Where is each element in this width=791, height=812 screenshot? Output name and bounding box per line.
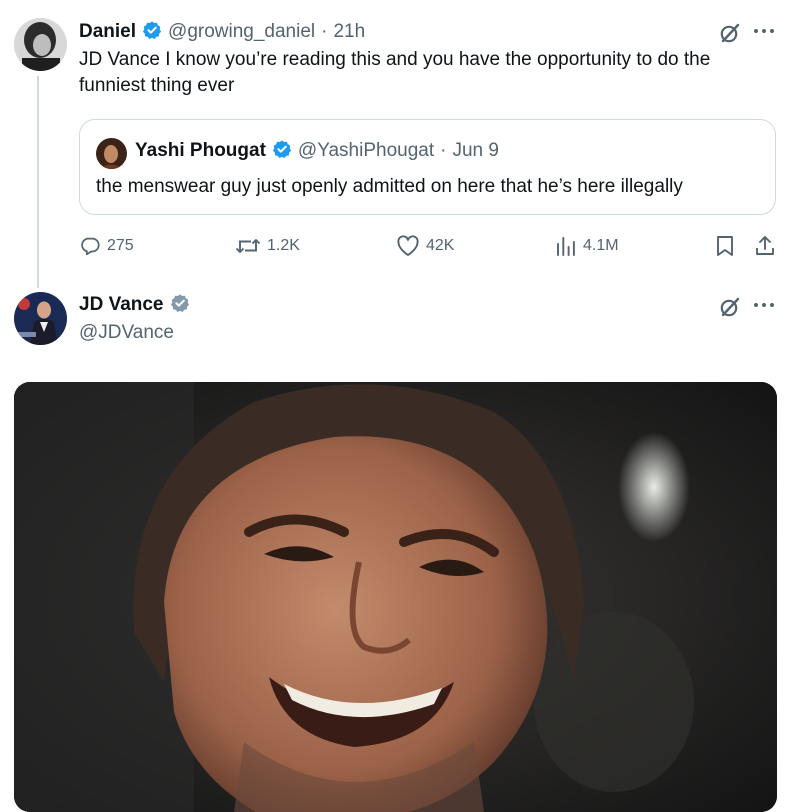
thread-connector bbox=[37, 76, 39, 288]
reply-icon bbox=[79, 235, 101, 257]
verified-badge-icon bbox=[272, 139, 292, 164]
repost-count: 1.2K bbox=[267, 237, 300, 254]
bookmark-icon[interactable] bbox=[715, 235, 735, 257]
quoted-tweet-text: the menswear guy just openly admitted on… bbox=[96, 176, 683, 197]
reply-count: 275 bbox=[107, 237, 134, 254]
grok-icon[interactable] bbox=[718, 295, 742, 319]
author-handle[interactable]: @JDVance bbox=[79, 320, 174, 346]
avatar-yashi[interactable] bbox=[96, 138, 127, 169]
quoted-tweet-header: Yashi Phougat @YashiPhougat · Jun 9 bbox=[135, 138, 499, 164]
parent-tweet-header: Daniel @growing_daniel · 21h bbox=[79, 19, 365, 45]
author-name[interactable]: JD Vance bbox=[79, 294, 164, 316]
verified-badge-icon bbox=[170, 293, 190, 318]
quoted-tweet[interactable]: Yashi Phougat @YashiPhougat · Jun 9 the … bbox=[79, 119, 776, 215]
like-button[interactable]: 42K bbox=[396, 232, 454, 260]
views-icon bbox=[555, 235, 577, 257]
tweet-media-image[interactable] bbox=[14, 382, 777, 812]
quoted-author-handle: @YashiPhougat bbox=[297, 140, 435, 161]
tweet-time[interactable]: 21h bbox=[333, 21, 365, 43]
reply-tweet-header: JD Vance bbox=[79, 292, 190, 318]
reply-button[interactable]: 275 bbox=[79, 232, 134, 260]
share-icon[interactable] bbox=[753, 234, 777, 258]
more-icon[interactable] bbox=[752, 26, 776, 36]
views-button[interactable]: 4.1M bbox=[555, 232, 619, 260]
like-icon bbox=[396, 235, 420, 257]
repost-button[interactable]: 1.2K bbox=[235, 232, 300, 260]
quoted-author-name: Yashi Phougat bbox=[135, 140, 266, 161]
dot-separator: · bbox=[321, 21, 328, 42]
verified-badge-icon bbox=[142, 20, 162, 45]
avatar-jdvance[interactable] bbox=[14, 292, 67, 345]
author-handle[interactable]: @growing_daniel bbox=[168, 21, 315, 43]
quoted-tweet-date: Jun 9 bbox=[452, 140, 499, 161]
avatar-daniel[interactable] bbox=[14, 18, 67, 71]
dot-separator: · bbox=[440, 140, 447, 161]
grok-icon[interactable] bbox=[718, 21, 742, 45]
author-name[interactable]: Daniel bbox=[79, 21, 136, 43]
like-count: 42K bbox=[426, 237, 455, 254]
tweet-text: JD Vance I know you’re reading this and … bbox=[79, 49, 711, 96]
views-count: 4.1M bbox=[583, 237, 619, 254]
repost-icon bbox=[235, 235, 261, 257]
more-icon[interactable] bbox=[752, 300, 776, 310]
